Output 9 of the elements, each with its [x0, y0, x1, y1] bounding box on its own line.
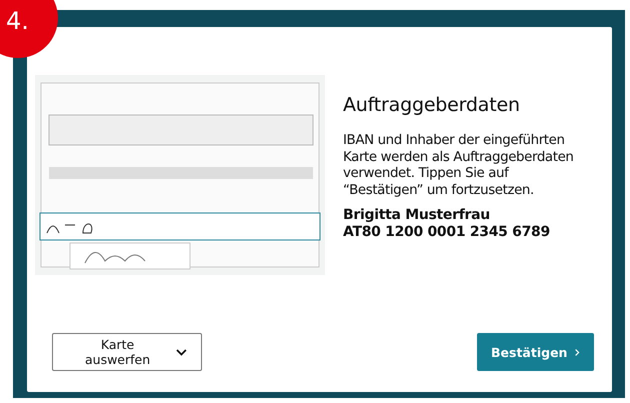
confirm-button[interactable]: Bestätigen [477, 333, 594, 371]
description-text: IBAN und Inhaber der eingeführten Karte werden als Auftraggeberdaten verwendet. Tippen Sie auf “Bestätigen” um fortzusetzen. [343, 133, 575, 200]
eject-card-button[interactable]: Karte auswerfen [52, 333, 202, 371]
dialog-title: Auftraggeberdaten [343, 94, 521, 116]
account-holder: Brigitta Musterfrau [343, 207, 490, 224]
iban-text: AT80 1200 0001 2345 6789 [343, 224, 550, 242]
chevron-down-icon [176, 348, 187, 356]
chevron-right-icon [575, 346, 580, 358]
step-badge: 4. [0, 0, 58, 58]
